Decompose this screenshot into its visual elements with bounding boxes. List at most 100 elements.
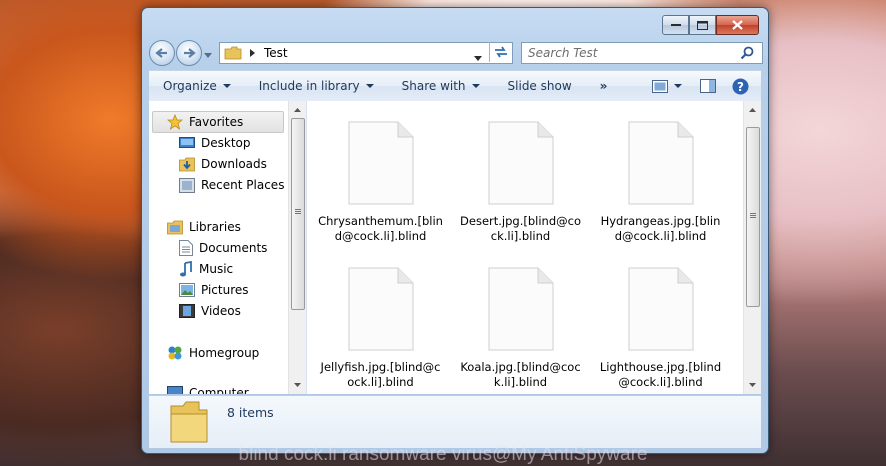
breadcrumb-segment-test[interactable]: Test (264, 46, 288, 60)
nav-item-libraries[interactable]: Libraries (167, 217, 241, 237)
scroll-down-icon[interactable] (289, 378, 306, 392)
address-bar[interactable]: Test (219, 42, 513, 64)
pane-divider[interactable] (306, 101, 307, 394)
back-button[interactable] (149, 40, 175, 66)
nav-label-desktop: Desktop (201, 136, 251, 150)
slide-show-label: Slide show (507, 79, 572, 93)
organize-label: Organize (163, 79, 217, 93)
details-pane: 8 items (149, 395, 761, 448)
nav-label-downloads: Downloads (201, 157, 267, 171)
navigation-pane-scrollbar[interactable] (288, 101, 307, 394)
preview-pane-icon (700, 79, 716, 93)
change-view-button[interactable] (646, 71, 688, 101)
blank-document-icon (628, 121, 693, 205)
scroll-up-icon[interactable] (289, 103, 306, 117)
desktop-icon (179, 137, 195, 148)
nav-label-music: Music (199, 262, 234, 276)
forward-arrow-icon (184, 48, 196, 58)
file-item[interactable]: Lighthouse.jpg.[blind@cock.li].blind (598, 253, 723, 390)
include-in-library-menu[interactable]: Include in library (245, 71, 388, 101)
svg-text:?: ? (737, 80, 744, 94)
navigation-row: Test Search Test (149, 40, 763, 66)
file-item[interactable]: Koala.jpg.[blind@cock.li].blind (458, 253, 583, 390)
nav-label-documents: Documents (199, 241, 268, 255)
nav-item-desktop[interactable]: Desktop (179, 133, 251, 153)
file-name: Koala.jpg.[blind@cock.li].blind (460, 360, 581, 389)
nav-label-computer: Computer (189, 386, 249, 394)
title-bar-buttons (662, 15, 759, 35)
scroll-down-icon[interactable] (744, 378, 761, 392)
nav-label-libraries: Libraries (189, 220, 241, 234)
chevron-down-icon (365, 84, 374, 88)
homegroup-icon (168, 346, 182, 360)
breadcrumb-arrow-icon (250, 49, 255, 57)
refresh-icon (495, 46, 507, 58)
file-item[interactable]: Hydrangeas.jpg.[blind@cock.li].blind (598, 107, 723, 244)
close-icon (732, 20, 743, 30)
star-icon (167, 114, 183, 130)
minimize-button[interactable] (662, 15, 689, 35)
chevron-down-icon (471, 84, 480, 88)
blank-document-icon (348, 121, 413, 205)
nav-item-music[interactable]: Music (179, 259, 233, 279)
chevron-down-icon (204, 53, 212, 58)
item-count: 8 items (227, 405, 274, 420)
folder-icon (170, 401, 208, 443)
more-commands-button[interactable]: » (586, 71, 622, 101)
close-button[interactable] (716, 15, 759, 35)
include-in-library-label: Include in library (258, 79, 360, 93)
blank-document-icon (348, 267, 413, 351)
nav-item-downloads[interactable]: Downloads (179, 154, 267, 174)
back-arrow-icon (155, 48, 167, 58)
file-list: Chrysanthemum.[blind@cock.li].blind Dese… (308, 101, 743, 394)
navigation-pane: Favorites Desktop Downloads Recent Place… (149, 101, 288, 394)
refresh-button[interactable] (489, 42, 512, 62)
nav-item-favorites[interactable]: Favorites (152, 111, 284, 133)
file-item[interactable]: Chrysanthemum.[blind@cock.li].blind (318, 107, 443, 244)
nav-item-computer[interactable]: Computer (167, 383, 249, 394)
pictures-icon (179, 283, 195, 297)
nav-item-recent-places[interactable]: Recent Places (179, 175, 284, 195)
recent-pages-dropdown[interactable] (204, 48, 212, 62)
maximize-button[interactable] (689, 15, 716, 35)
chevron-down-icon (674, 84, 682, 88)
nav-label-recent-places: Recent Places (201, 178, 285, 192)
music-note-icon (180, 261, 192, 277)
watermark-text: blind cock.li ransomware virus@My AntiSp… (238, 444, 648, 465)
content-area: Favorites Desktop Downloads Recent Place… (149, 101, 761, 394)
nav-item-homegroup[interactable]: Homegroup (167, 343, 259, 363)
slide-show-button[interactable]: Slide show (494, 71, 586, 101)
blank-document-icon (488, 121, 553, 205)
file-name: Desert.jpg.[blind@cock.li].blind (460, 214, 581, 243)
file-name: Hydrangeas.jpg.[blind@cock.li].blind (600, 214, 721, 243)
view-icon (652, 79, 668, 93)
command-bar: Organize Include in library Share with S… (149, 70, 761, 102)
scroll-up-icon[interactable] (744, 103, 761, 117)
videos-icon (179, 304, 195, 318)
more-label: » (599, 79, 608, 93)
file-list-scrollbar[interactable] (743, 101, 761, 394)
preview-pane-button[interactable] (688, 71, 728, 101)
nav-label-pictures: Pictures (201, 283, 249, 297)
nav-label-homegroup: Homegroup (189, 346, 260, 360)
search-input[interactable]: Search Test (522, 46, 740, 60)
file-item[interactable]: Desert.jpg.[blind@cock.li].blind (458, 107, 583, 244)
address-dropdown[interactable] (474, 50, 482, 64)
search-icon[interactable] (740, 46, 754, 60)
nav-item-documents[interactable]: Documents (179, 238, 267, 258)
nav-item-videos[interactable]: Videos (179, 301, 241, 321)
organize-menu[interactable]: Organize (149, 71, 245, 101)
share-with-menu[interactable]: Share with (388, 71, 494, 101)
search-box[interactable]: Search Test (521, 42, 763, 64)
chevron-down-icon (474, 56, 482, 61)
file-name: Chrysanthemum.[blind@cock.li].blind (318, 214, 443, 243)
computer-icon (167, 386, 183, 394)
nav-item-pictures[interactable]: Pictures (179, 280, 249, 300)
help-button[interactable]: ? (728, 71, 761, 101)
forward-button[interactable] (176, 40, 202, 66)
file-item[interactable]: Jellyfish.jpg.[blind@cock.li].blind (318, 253, 443, 390)
file-list-scroll-thumb[interactable] (746, 127, 760, 307)
nav-label-favorites: Favorites (189, 115, 244, 129)
navigation-scroll-thumb[interactable] (291, 118, 305, 310)
folder-icon (224, 46, 242, 60)
